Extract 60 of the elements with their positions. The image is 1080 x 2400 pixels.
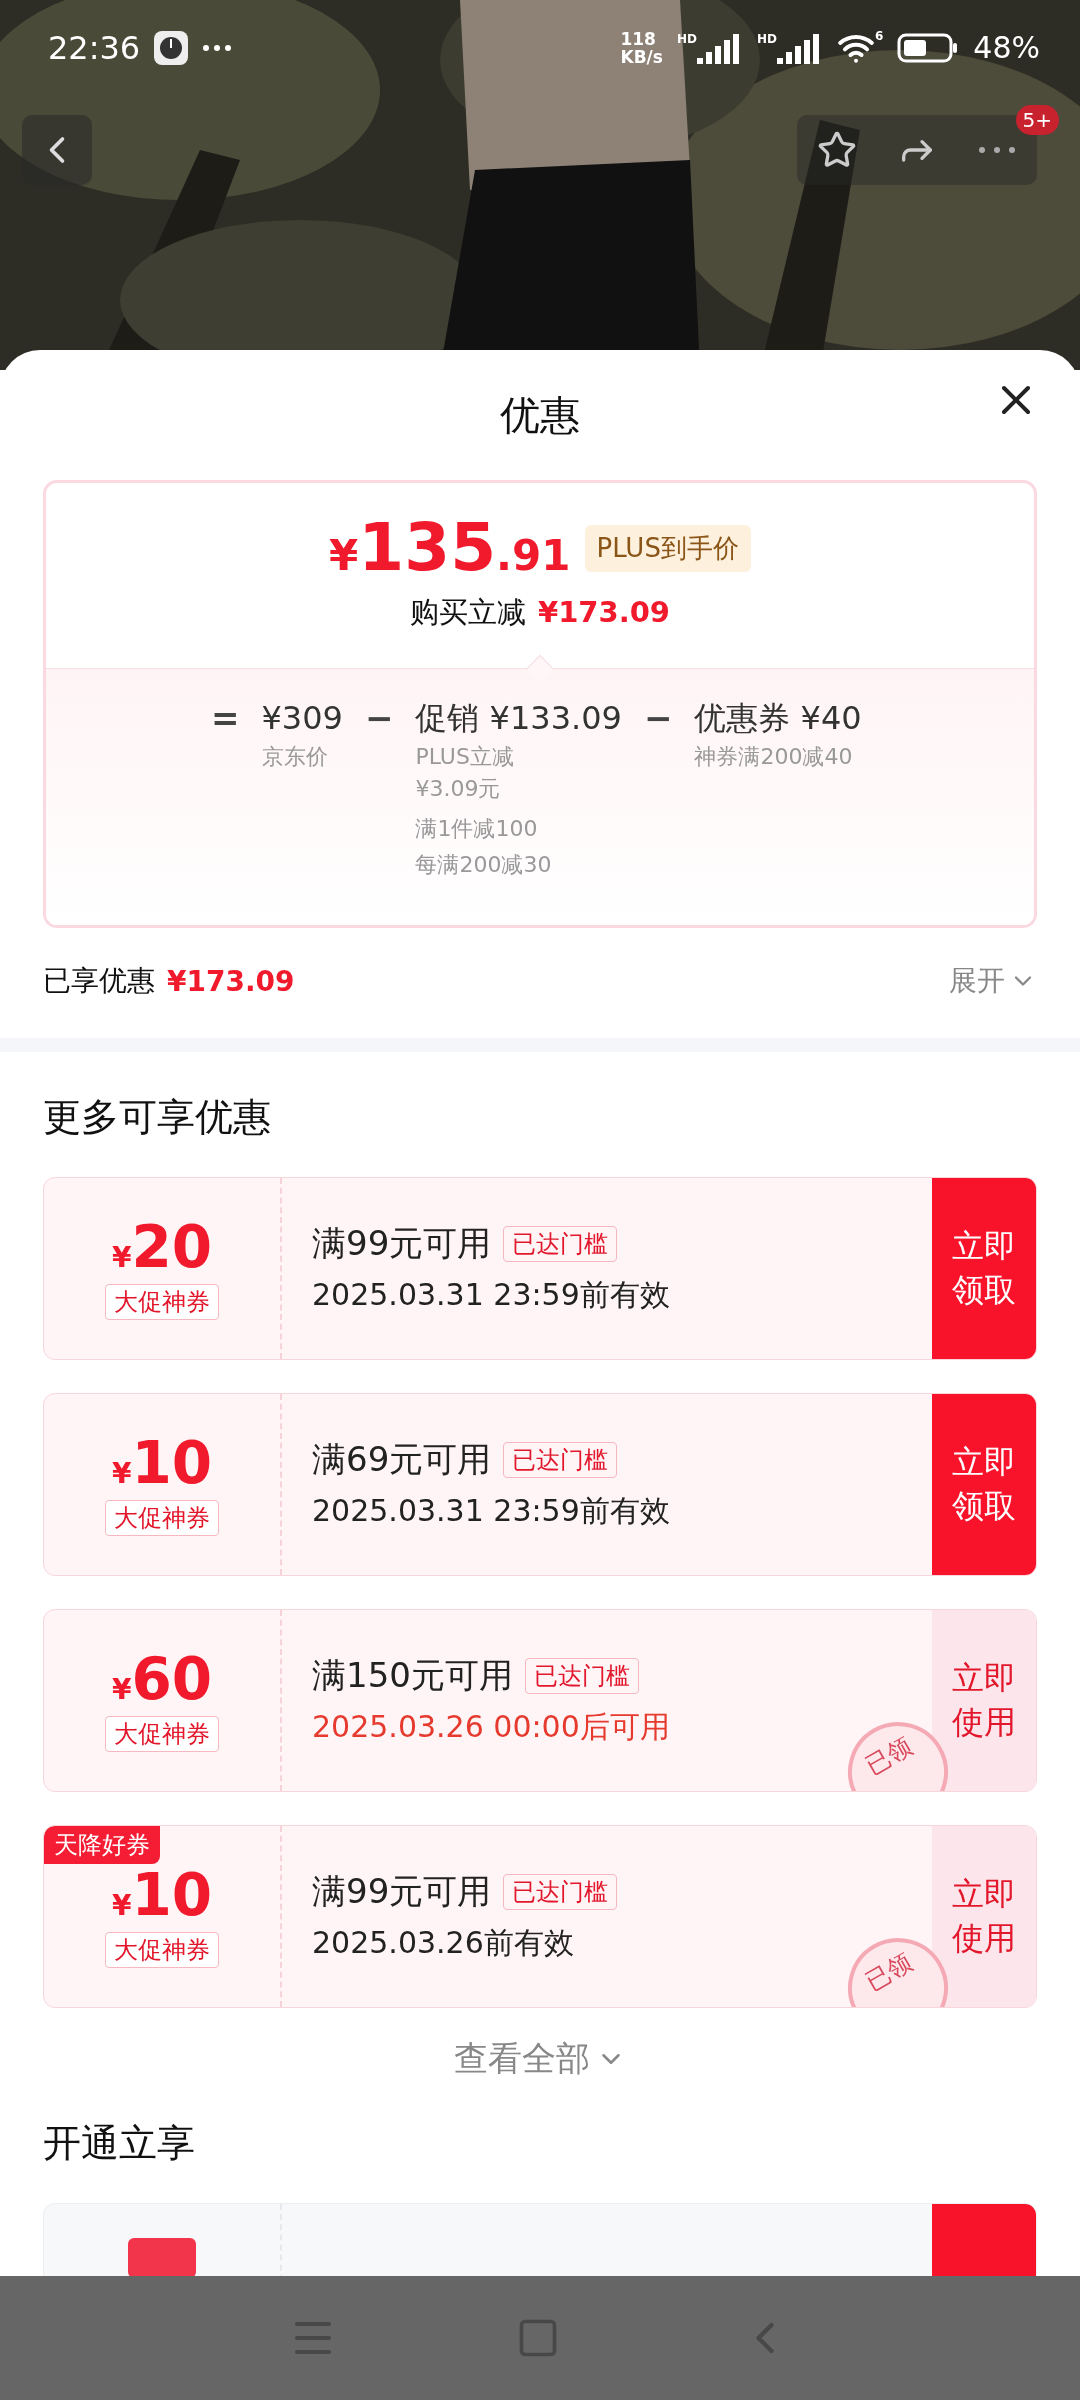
coupon-condition: 满150元可用: [312, 1654, 513, 1697]
coupon-action-button[interactable]: 立即领取: [932, 1178, 1036, 1359]
saving-label: 购买立减: [409, 594, 526, 631]
section-title: 更多可享优惠: [42, 1094, 272, 1141]
coupon-ribbon: 天降好券: [44, 1826, 160, 1864]
network-speed: 118 KB/s: [620, 29, 663, 66]
breakdown-amount: 优惠券 ¥40: [694, 698, 862, 739]
coupon-type-tag: 大促神券: [105, 1931, 219, 1968]
sheet-title: 优惠: [500, 390, 580, 440]
coupon-action-button[interactable]: 立即领取: [932, 1394, 1036, 1575]
coupon-icon: [128, 2238, 196, 2276]
star-icon: [817, 130, 857, 170]
price-tag: PLUS到手价: [584, 524, 751, 572]
breakdown-note: 神券满200减40: [694, 743, 854, 771]
coupon-validity: 2025.03.26 00:00后可用: [312, 1708, 670, 1746]
operator-sign: −: [364, 697, 394, 740]
battery-percent: 48%: [973, 30, 1040, 65]
operator-sign: −: [643, 697, 673, 740]
breakdown-amount: 促销 ¥133.09: [415, 698, 622, 739]
view-all-button[interactable]: 查看全部: [448, 2030, 632, 2088]
threshold-tag: 已达门槛: [503, 1442, 618, 1478]
breakdown-note: 满1件减100: [415, 815, 539, 843]
final-price: ¥135.91: [329, 515, 571, 581]
coupon-condition: 满69元可用: [312, 1438, 492, 1481]
coupon-validity: 2025.03.31 23:59前有效: [312, 1492, 670, 1530]
coupon-condition: 满99元可用: [312, 1870, 492, 1913]
breakdown-note: PLUS立减: [415, 743, 515, 771]
signal-label: HD: [676, 31, 697, 46]
coupon-amount: ¥10: [111, 1865, 213, 1924]
threshold-tag: 已达门槛: [524, 1658, 639, 1694]
coupon-condition: 满99元可用: [312, 1222, 492, 1265]
coupon-amount: ¥10: [111, 1433, 213, 1492]
coupon-validity: 2025.03.26前有效: [312, 1924, 574, 1962]
back-button[interactable]: [22, 115, 92, 185]
coupon-type-tag: 大促神券: [105, 1283, 219, 1320]
signal-label: HD: [756, 31, 777, 46]
breakdown-note: 京东价: [261, 743, 329, 771]
threshold-tag: 已达门槛: [503, 1874, 618, 1910]
breakdown-note: ¥3.09元: [415, 775, 502, 803]
more-icon: [202, 43, 233, 52]
battery-icon: [897, 32, 960, 63]
status-time: 22:36: [48, 28, 141, 67]
clock-icon: [154, 30, 189, 65]
coupon-type-tag: 大促神券: [105, 1499, 219, 1536]
coupon-action-button[interactable]: 立即使用: [932, 1610, 1036, 1791]
expand-toggle[interactable]: 展开: [949, 962, 1037, 1000]
enjoyed-label: 已享优惠: [43, 963, 155, 999]
coupon-validity: 2025.03.31 23:59前有效: [312, 1276, 670, 1314]
saving-amount: ¥173.09: [537, 595, 671, 629]
coupon-amount: ¥60: [111, 1649, 213, 1708]
enjoyed-amount: ¥173.09: [167, 964, 295, 998]
wifi-label: 6: [874, 28, 884, 43]
breakdown-note: 每满200减30: [415, 851, 553, 879]
breakdown-amount: ¥309: [261, 698, 343, 739]
coupon-type-tag: 大促神券: [105, 1715, 219, 1752]
operator-sign: =: [211, 697, 240, 740]
coupon-action-button[interactable]: 立即使用: [932, 1826, 1036, 2007]
section-title: 开通立享: [42, 2120, 196, 2167]
coupon-amount: ¥20: [111, 1217, 213, 1276]
threshold-tag: 已达门槛: [503, 1226, 618, 1262]
